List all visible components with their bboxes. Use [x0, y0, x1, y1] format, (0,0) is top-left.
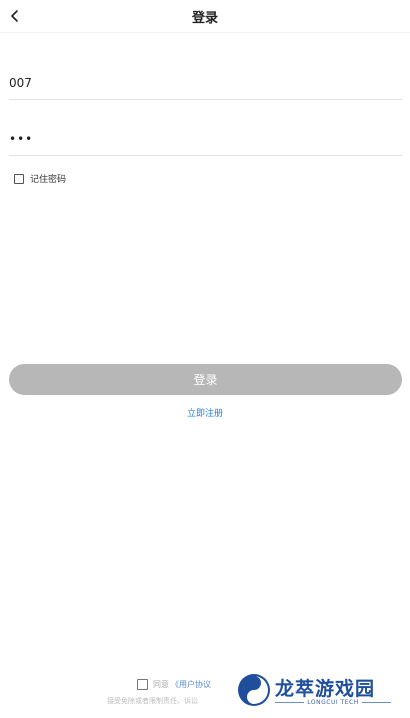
top-app-bar: 登录 [0, 0, 410, 33]
login-button[interactable]: 登录 [9, 364, 402, 395]
watermark-subtitle-row: LONGCUI TECH [275, 699, 391, 706]
watermark-rule-right [361, 702, 391, 703]
password-input[interactable] [9, 122, 402, 156]
agreement-checkbox[interactable] [137, 679, 148, 690]
remember-password-label: 记住密码 [30, 175, 67, 185]
watermark-rule-left [275, 702, 305, 703]
watermark: 龙萃游戏园 LONGCUI TECH [236, 672, 396, 712]
remember-password-checkbox[interactable] [14, 173, 24, 184]
page-title: 登录 [191, 11, 218, 26]
watermark-subtitle: LONGCUI TECH [307, 699, 359, 706]
watermark-logo-icon [238, 674, 270, 706]
account-input[interactable] [9, 66, 402, 100]
register-link[interactable]: 立即注册 [0, 406, 410, 419]
remember-password-toggle[interactable]: 记住密码 [14, 172, 66, 185]
agreement-row: 同意 《用户协议 [137, 679, 211, 690]
agreement-fine-print: 接受免除或者限制责任、诉讼 [107, 697, 198, 705]
watermark-title: 龙萃游戏园 [275, 678, 376, 700]
user-agreement-link[interactable]: 《用户协议 [171, 679, 211, 690]
agreement-prefix: 同意 [153, 680, 169, 689]
